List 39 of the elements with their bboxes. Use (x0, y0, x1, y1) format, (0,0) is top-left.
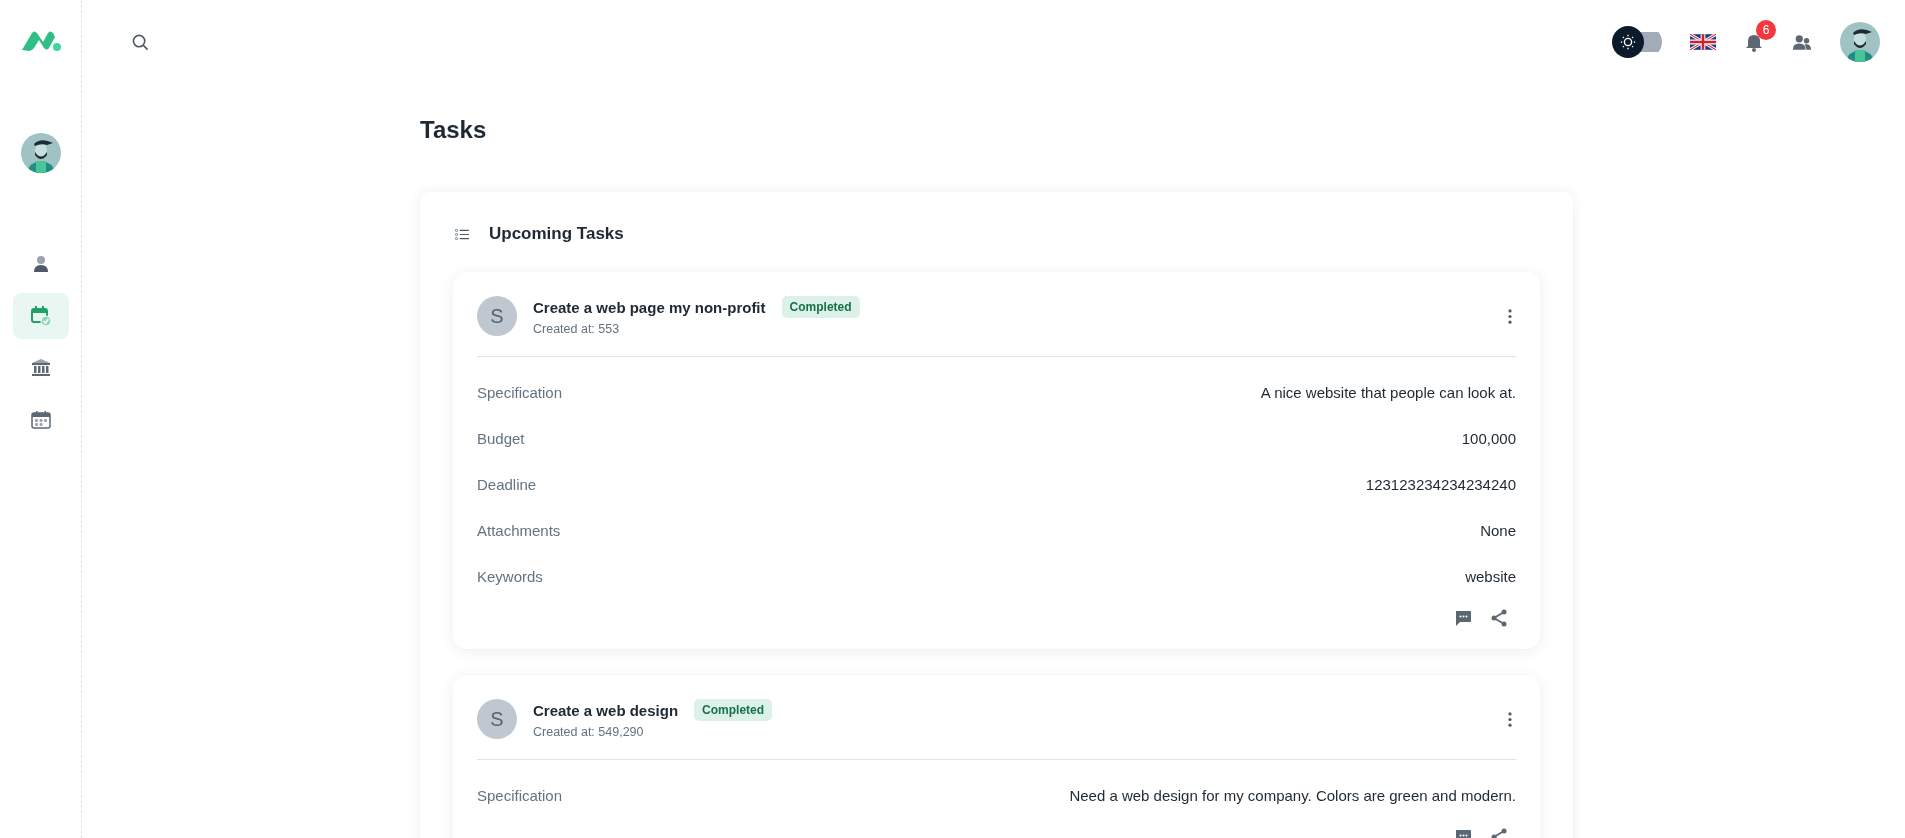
field-value: Need a web design for my company. Colors are green and modern. (1069, 786, 1516, 804)
task-title: Create a web design (533, 701, 679, 719)
field-value: None (1480, 521, 1516, 539)
task-title: Create a web page my non-profit (533, 298, 766, 316)
more-icon[interactable] (1508, 308, 1512, 324)
profile-avatar-icon[interactable] (1840, 22, 1880, 62)
field-label: Specification (477, 383, 563, 401)
field-value: website (1465, 567, 1516, 585)
field-label: Keywords (477, 567, 543, 585)
sidebar-item[interactable] (12, 293, 69, 339)
comment-icon[interactable] (1454, 609, 1472, 627)
field-value: A nice website that people can look at. (1260, 383, 1516, 401)
more-icon[interactable] (1508, 711, 1512, 727)
letter-avatar: S (477, 699, 517, 739)
field-value: 100,000 (1461, 429, 1516, 447)
letter-avatar: S (477, 296, 517, 336)
share-icon[interactable] (1490, 609, 1508, 627)
notification-badge: 6 (1756, 20, 1776, 40)
field-label: Budget (477, 429, 525, 447)
sun-icon (1619, 33, 1637, 51)
calendar-check-icon (29, 305, 52, 327)
created-date: Created at: 553 (533, 322, 621, 336)
created-date: Created at: 549,290 (533, 725, 645, 739)
calendar-icon (30, 410, 51, 430)
bank-icon (30, 358, 51, 378)
page-title: Tasks (420, 116, 488, 144)
field-label: Attachments (477, 521, 561, 539)
status-badge: Completed (694, 699, 773, 721)
bell-icon[interactable] (1744, 32, 1764, 52)
field-value: 123123234234234240 (1365, 475, 1516, 493)
list-icon (455, 228, 470, 240)
avatar-icon[interactable] (20, 133, 61, 173)
status-badge: Completed (781, 296, 860, 318)
people-icon[interactable] (1792, 33, 1812, 51)
panel-title: Upcoming Tasks (489, 224, 624, 244)
field-label: Specification (477, 786, 563, 804)
flag-icon[interactable] (1690, 33, 1716, 51)
field-label: Deadline (477, 475, 537, 493)
search-icon[interactable] (132, 33, 149, 51)
